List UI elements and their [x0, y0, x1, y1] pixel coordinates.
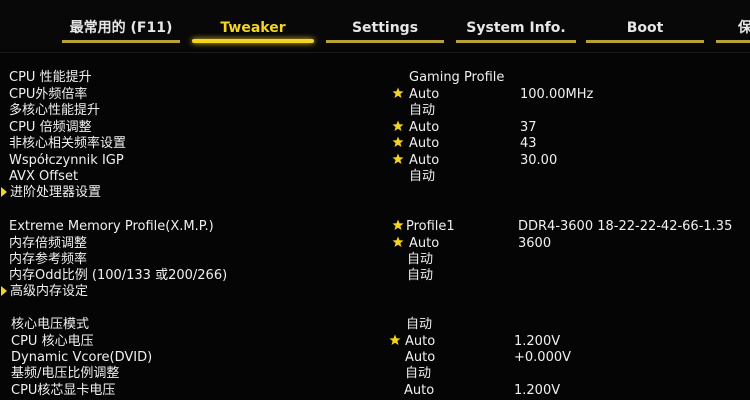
setting-row-cpu-ratio[interactable]: CPU 倍频调整 Auto 37	[0, 119, 750, 136]
setting-row-vcore-mode[interactable]: 核心电压模式 自动	[0, 316, 750, 333]
tab-label: 最常用的 (F11)	[69, 20, 173, 36]
tab-underline	[192, 39, 314, 43]
setting-label: 基频/电压比例调整	[11, 366, 120, 381]
setting-label: CPU 性能提升	[9, 70, 92, 85]
tab-system-info[interactable]: System Info.	[456, 17, 576, 43]
setting-label: 内存参考频率	[9, 252, 88, 267]
tab-underline	[326, 40, 444, 43]
star-icon	[392, 87, 404, 98]
setting-value[interactable]: 自动	[405, 365, 431, 382]
setting-row-xmp[interactable]: Extreme Memory Profile(X.M.P.) Profile1 …	[0, 218, 750, 235]
setting-current-value: 37	[520, 120, 537, 135]
setting-label: 高级内存设定	[10, 284, 89, 299]
setting-current-value: 43	[520, 136, 537, 151]
setting-current-value: 100.00MHz	[520, 87, 594, 102]
tab-label: Tweaker	[220, 20, 286, 36]
setting-label: CPU 倍频调整	[9, 120, 92, 135]
setting-current-value: 1.200V	[514, 383, 561, 398]
setting-row-igp-ratio[interactable]: Współczynnik IGP Auto 30.00	[0, 152, 750, 169]
setting-row-cpu-vcore[interactable]: CPU 核心电压 Auto 1.200V	[0, 333, 750, 350]
tab-underline	[62, 40, 180, 43]
setting-label: AVX Offset	[9, 169, 79, 184]
submenu-advanced-cpu-settings[interactable]: 进阶处理器设置	[0, 184, 750, 201]
tab-label: Boot	[626, 20, 664, 36]
tab-underline	[456, 40, 576, 43]
submenu-arrow-icon	[1, 286, 7, 296]
setting-value[interactable]: Auto	[409, 119, 439, 136]
tab-bar: 最常用的 (F11) Tweaker Settings System Info.…	[0, 0, 750, 50]
setting-row-bclk-voltage-ratio[interactable]: 基频/电压比例调整 自动	[0, 365, 750, 382]
setting-row-dynamic-vcore[interactable]: Dynamic Vcore(DVID) Auto +0.000V	[0, 349, 750, 366]
setting-value[interactable]: Auto	[409, 235, 439, 252]
star-icon	[389, 334, 401, 345]
setting-current-value: 30.00	[520, 153, 558, 168]
setting-label: Współczynnik IGP	[9, 153, 124, 168]
setting-value[interactable]: Profile1	[406, 218, 455, 235]
setting-row-memory-multiplier[interactable]: 内存倍频调整 Auto 3600	[0, 235, 750, 252]
star-icon	[392, 153, 404, 164]
setting-value[interactable]: Auto	[404, 382, 434, 399]
setting-value[interactable]: Gaming Profile	[409, 69, 504, 86]
setting-value[interactable]: 自动	[407, 251, 433, 268]
setting-label: 内存Odd比例 (100/133 或200/266)	[9, 268, 228, 283]
setting-label: Extreme Memory Profile(X.M.P.)	[9, 219, 214, 234]
tab-settings[interactable]: Settings	[326, 17, 444, 43]
submenu-arrow-icon	[1, 187, 7, 197]
setting-value[interactable]: 自动	[407, 267, 433, 284]
submenu-advanced-memory-settings[interactable]: 高级内存设定	[0, 283, 750, 300]
setting-label: 内存倍频调整	[9, 236, 88, 251]
star-icon	[392, 219, 404, 230]
setting-label: CPU核芯显卡电压	[11, 383, 116, 398]
tab-label: 保	[738, 20, 750, 36]
tab-divider	[0, 52, 750, 53]
tab-save-exit[interactable]: 保	[716, 17, 750, 43]
tab-label: System Info.	[466, 20, 566, 36]
setting-row-avx-offset[interactable]: AVX Offset 自动	[0, 168, 750, 185]
setting-value[interactable]: 自动	[409, 102, 435, 119]
setting-row-memory-odd-ratio[interactable]: 内存Odd比例 (100/133 或200/266) 自动	[0, 267, 750, 284]
setting-label: 多核心性能提升	[9, 103, 101, 118]
tab-favorites[interactable]: 最常用的 (F11)	[62, 17, 180, 43]
setting-label: 非核心相关频率设置	[9, 136, 127, 151]
tab-boot[interactable]: Boot	[586, 17, 704, 43]
setting-current-value: 3600	[518, 236, 552, 251]
setting-value[interactable]: Auto	[409, 152, 439, 169]
setting-row-cpu-enhancement[interactable]: CPU 性能提升 Gaming Profile	[0, 69, 750, 86]
setting-value[interactable]: 自动	[406, 316, 432, 333]
setting-value[interactable]: Auto	[409, 135, 439, 152]
setting-row-cpu-base-clock[interactable]: CPU外频倍率 Auto 100.00MHz	[0, 86, 750, 103]
star-icon	[392, 136, 404, 147]
setting-value[interactable]: Auto	[405, 349, 435, 366]
setting-label: 进阶处理器设置	[10, 185, 102, 200]
setting-current-value: 1.200V	[514, 334, 561, 349]
star-icon	[392, 120, 404, 131]
tab-tweaker[interactable]: Tweaker	[192, 17, 314, 43]
tab-label: Settings	[351, 20, 419, 36]
tab-underline	[586, 40, 704, 43]
setting-current-value: +0.000V	[514, 350, 572, 365]
star-icon	[392, 236, 404, 247]
setting-label: 核心电压模式	[11, 317, 90, 332]
setting-label: CPU外频倍率	[9, 87, 88, 102]
setting-label: CPU 核心电压	[11, 334, 94, 349]
setting-current-value: DDR4-3600 18-22-22-42-66-1.35	[518, 219, 733, 234]
tab-underline	[716, 40, 750, 43]
setting-row-uncore-ratio[interactable]: 非核心相关频率设置 Auto 43	[0, 135, 750, 152]
setting-label: Dynamic Vcore(DVID)	[11, 350, 153, 365]
setting-row-multicore-enhancement[interactable]: 多核心性能提升 自动	[0, 102, 750, 119]
setting-value[interactable]: 自动	[409, 168, 435, 185]
setting-value[interactable]: Auto	[409, 86, 439, 103]
setting-row-memory-ref-clock[interactable]: 内存参考频率 自动	[0, 251, 750, 268]
setting-value[interactable]: Auto	[405, 333, 435, 350]
setting-row-igpu-voltage[interactable]: CPU核芯显卡电压 Auto 1.200V	[0, 382, 750, 399]
